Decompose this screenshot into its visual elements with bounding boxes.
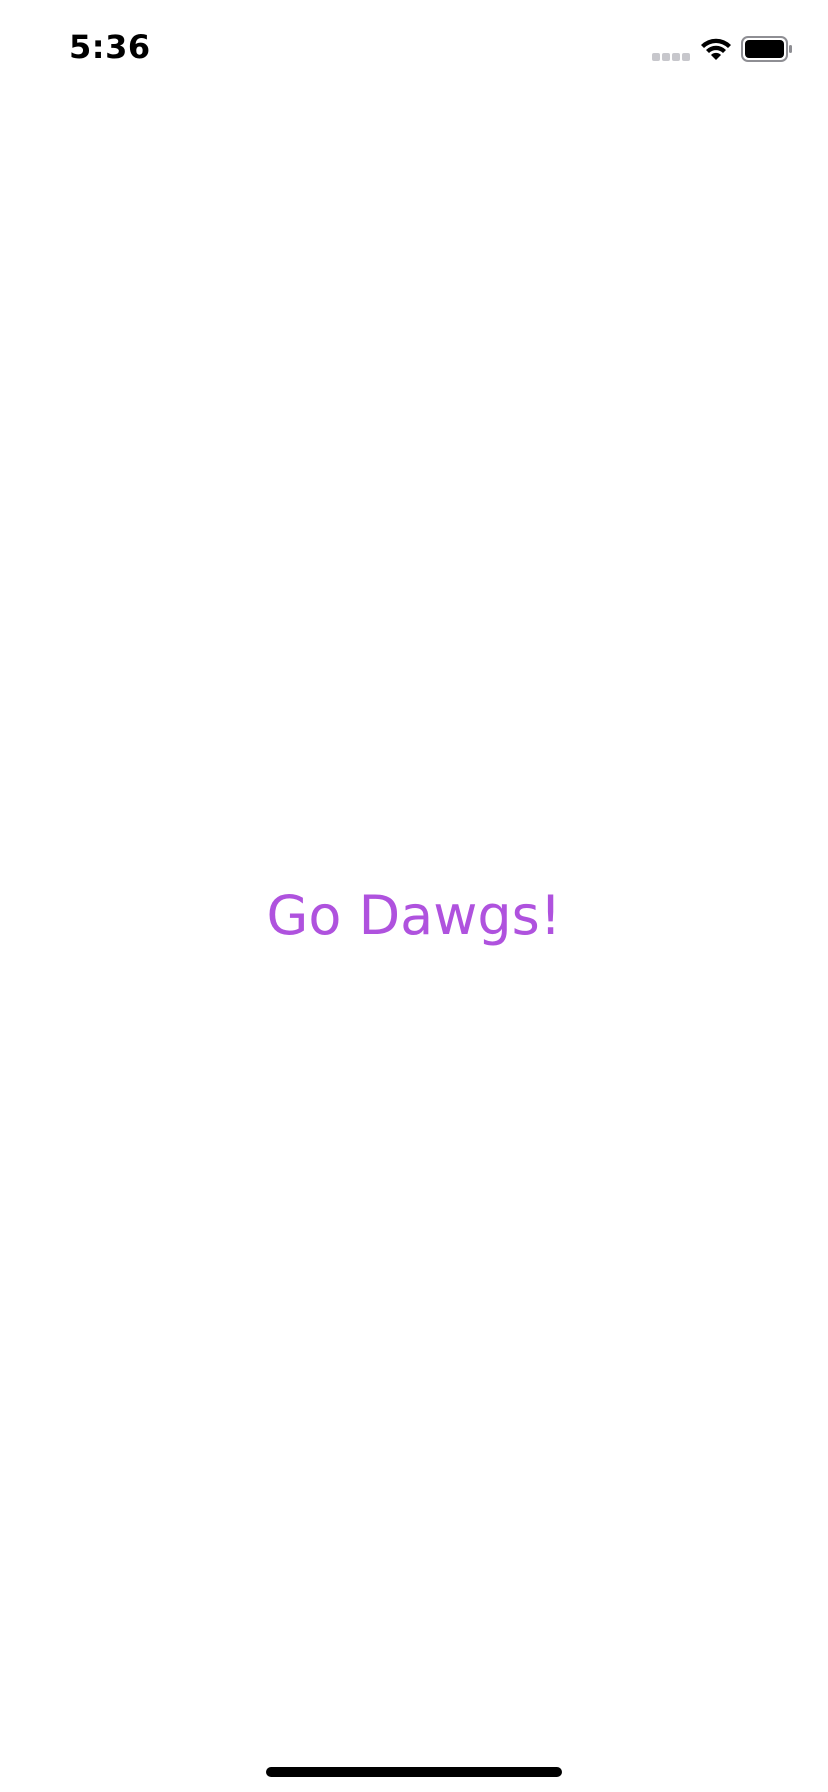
status-bar: 5:36 <box>0 0 828 100</box>
app-screen: 5:36 Go Dawgs! <box>0 0 828 1792</box>
battery-icon <box>741 36 792 62</box>
signal-icon <box>652 53 690 61</box>
wifi-icon <box>701 38 731 60</box>
go-dawgs-label: Go Dawgs! <box>266 884 562 947</box>
status-time: 5:36 <box>69 28 151 66</box>
home-indicator[interactable] <box>266 1767 562 1777</box>
